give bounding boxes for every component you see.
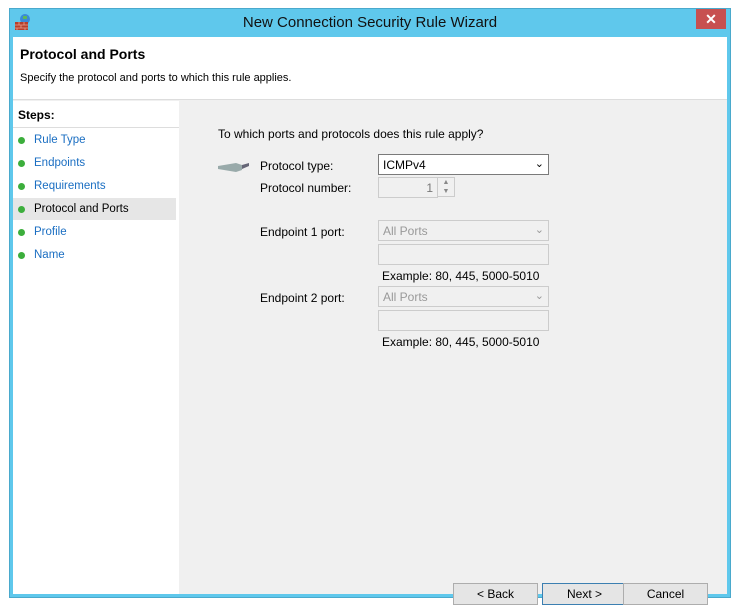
wizard-window: New Connection Security Rule Wizard ✕ Pr… <box>9 8 731 605</box>
endpoint1-port-value: All Ports <box>383 224 428 238</box>
divider <box>13 127 179 128</box>
protocol-type-label: Protocol type: <box>260 159 334 173</box>
step-endpoints[interactable]: Endpoints <box>13 152 176 174</box>
chevron-down-icon: ⌄ <box>534 224 544 236</box>
protocol-number-label: Protocol number: <box>260 181 352 195</box>
endpoint1-port-label: Endpoint 1 port: <box>260 225 345 239</box>
endpoint1-port-input[interactable] <box>378 244 549 265</box>
step-profile[interactable]: Profile <box>13 221 176 243</box>
next-button[interactable]: Next > <box>542 583 627 605</box>
steps-heading: Steps: <box>18 108 55 122</box>
status-dot-icon <box>18 252 25 259</box>
title-bar[interactable]: New Connection Security Rule Wizard ✕ <box>10 9 730 37</box>
status-dot-icon <box>18 160 25 167</box>
step-label: Requirements <box>34 180 106 192</box>
step-label: Name <box>34 249 65 261</box>
endpoint1-example: Example: 80, 445, 5000-5010 <box>382 269 540 283</box>
question-text: To which ports and protocols does this r… <box>218 127 484 141</box>
step-name[interactable]: Name <box>13 244 176 266</box>
chevron-down-icon: ⌄ <box>534 158 544 170</box>
endpoint2-example: Example: 80, 445, 5000-5010 <box>382 335 540 349</box>
steps-panel: Steps: Rule Type Endpoints Requirements … <box>13 101 179 594</box>
chevron-down-icon: ⌄ <box>534 290 544 302</box>
protocol-number-input[interactable]: 1 <box>378 177 438 198</box>
endpoint2-port-value: All Ports <box>383 290 428 304</box>
step-rule-type[interactable]: Rule Type <box>13 129 176 151</box>
wizard-header: Protocol and Ports Specify the protocol … <box>13 37 727 100</box>
back-button[interactable]: < Back <box>453 583 538 605</box>
step-protocol-and-ports[interactable]: Protocol and Ports <box>13 198 176 220</box>
step-label: Profile <box>34 226 67 238</box>
window-title: New Connection Security Rule Wizard <box>242 14 498 31</box>
endpoint2-port-select[interactable]: All Ports ⌄ <box>378 286 549 307</box>
step-requirements[interactable]: Requirements <box>13 175 176 197</box>
step-label: Protocol and Ports <box>34 203 129 215</box>
status-dot-icon <box>18 229 25 236</box>
protocol-type-select[interactable]: ICMPv4 ⌄ <box>378 154 549 175</box>
main-panel: To which ports and protocols does this r… <box>181 101 727 605</box>
status-dot-icon <box>18 206 25 213</box>
chevron-down-icon[interactable]: ▼ <box>438 187 454 196</box>
chevron-up-icon[interactable]: ▲ <box>438 178 454 187</box>
page-subtitle: Specify the protocol and ports to which … <box>20 72 292 84</box>
protocol-type-value: ICMPv4 <box>383 158 426 172</box>
step-label: Endpoints <box>34 157 86 169</box>
status-dot-icon <box>18 137 25 144</box>
cancel-button[interactable]: Cancel <box>623 583 708 605</box>
step-label: Rule Type <box>34 134 86 146</box>
protocol-number-spinner[interactable]: ▲ ▼ <box>437 177 455 197</box>
close-button[interactable]: ✕ <box>696 9 726 29</box>
status-dot-icon <box>18 183 25 190</box>
endpoint2-port-label: Endpoint 2 port: <box>260 291 345 305</box>
endpoint1-port-select[interactable]: All Ports ⌄ <box>378 220 549 241</box>
page-title: Protocol and Ports <box>20 46 146 62</box>
network-cable-icon <box>218 163 249 172</box>
endpoint2-port-input[interactable] <box>378 310 549 331</box>
